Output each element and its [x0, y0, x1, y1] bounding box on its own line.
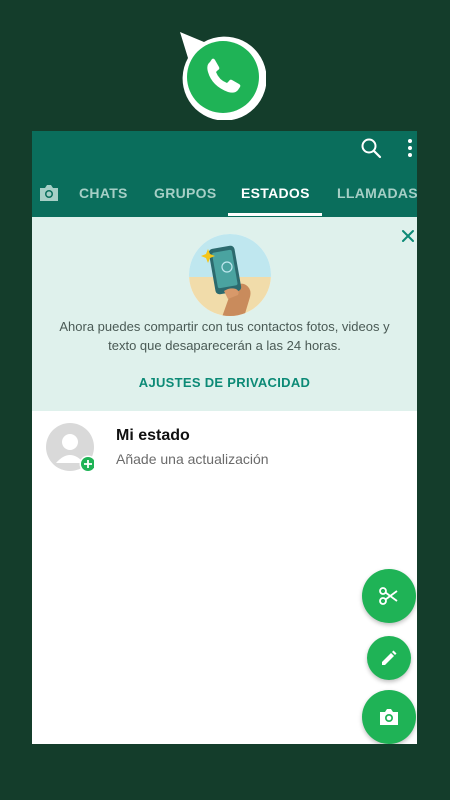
app-screen: CHATS GRUPOS ESTADOS LLAMADAS Ahora pued… [32, 131, 417, 744]
top-toolbar [32, 131, 417, 169]
whatsapp-logo-icon [180, 32, 266, 120]
phone-hand-illustration-icon [189, 234, 271, 316]
camera-status-button[interactable] [362, 690, 416, 744]
pencil-icon [382, 650, 397, 665]
my-status-row[interactable]: Mi estado Añade una actualización [32, 411, 417, 483]
tab-llamadas[interactable]: LLAMADAS [337, 169, 417, 217]
tab-grupos[interactable]: GRUPOS [154, 169, 216, 217]
privacy-settings-link[interactable]: AJUSTES DE PRIVACIDAD [32, 375, 417, 390]
active-tab-indicator [228, 213, 322, 216]
my-status-title: Mi estado [116, 427, 190, 444]
camera-icon [380, 709, 398, 725]
avatar [46, 423, 94, 471]
tab-estados[interactable]: ESTADOS [241, 169, 310, 217]
scissors-fab-button[interactable] [362, 569, 416, 623]
my-status-subtitle: Añade una actualización [116, 451, 269, 467]
status-info-banner: Ahora puedes compartir con tus contactos… [32, 217, 417, 411]
scissors-icon [379, 587, 398, 605]
camera-icon[interactable] [38, 183, 60, 203]
tab-chats[interactable]: CHATS [79, 169, 128, 217]
text-status-button[interactable] [367, 636, 411, 680]
tab-bar: CHATS GRUPOS ESTADOS LLAMADAS [32, 169, 417, 217]
search-icon[interactable] [360, 137, 382, 159]
close-icon[interactable] [401, 229, 415, 243]
more-vert-icon[interactable] [406, 137, 414, 159]
banner-text: Ahora puedes compartir con tus contactos… [59, 319, 390, 353]
